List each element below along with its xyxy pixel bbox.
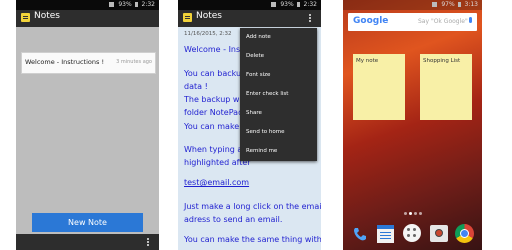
notepad-app-icon[interactable] [377,225,394,243]
note-line: folder NotePad [184,108,244,117]
phone-note-editor: 93% 2:32 Notes 11/16/2015, 2:32 Welcome … [178,0,321,250]
menu-item-check-list[interactable]: Enter check list [246,91,288,97]
menu-item-font-size[interactable]: Font size [246,72,270,78]
menu-item-send-home[interactable]: Send to home [246,129,284,135]
clock: 2:32 [303,1,317,8]
phone-icon[interactable] [352,226,368,242]
note-line: You can make the same thing with a [184,235,321,244]
note-line: You can make a [184,122,247,131]
app-drawer-icon[interactable] [403,224,421,242]
menu-item-share[interactable]: Share [246,110,262,116]
clock: 3:13 [464,1,478,8]
chrome-icon[interactable] [455,224,474,243]
phone-notes-list: 93% 2:32 Notes Welcome - Instructions ! … [16,0,159,250]
search-hint: Say "Ok Google" [418,18,468,25]
note-timestamp: 3 minutes ago [116,59,152,65]
battery-icon [134,2,138,7]
signal-icon [271,2,277,7]
note-line: data ! [184,82,208,91]
note-date: 11/16/2015, 2:32 [184,31,232,37]
note-title: Welcome - Instructions ! [25,58,105,66]
widget-title: My note [356,58,379,64]
phone-home-screen: 97% 3:13 Google Say "Ok Google" My note … [343,0,482,250]
app-bar: Notes [178,10,321,27]
google-search-bar[interactable]: Google Say "Ok Google" [348,13,477,31]
overflow-menu-icon[interactable] [147,238,149,240]
menu-item-remind-me[interactable]: Remind me [246,148,277,154]
page-indicator [404,212,424,215]
status-bar: 93% 2:32 [16,0,159,10]
battery-icon [296,2,300,7]
new-note-label: New Note [68,218,107,227]
note-line: adress to send an email. [184,215,283,224]
note-widget[interactable]: Shopping List [420,54,472,120]
note-list-item[interactable]: Welcome - Instructions ! 3 minutes ago [21,52,156,74]
note-line: When typing an [184,145,248,154]
signal-icon [109,2,115,7]
menu-item-delete[interactable]: Delete [246,53,264,59]
battery-level: 93% [118,1,132,8]
notepad-app-icon [183,13,192,22]
note-line: You can backup [184,69,247,78]
app-bar: Notes [16,10,159,27]
clock: 2:32 [141,1,155,8]
note-line: The backup will [184,95,247,104]
note-widget[interactable]: My note [353,54,405,120]
bottom-bar [16,234,159,250]
menu-item-add-note[interactable]: Add note [246,34,271,40]
overflow-menu: Add note Delete Font size Enter check li… [240,28,317,161]
battery-level: 97% [441,1,455,8]
app-title: Notes [34,11,60,21]
note-line: Just make a long click on the email [184,202,321,211]
app-title: Notes [196,11,222,21]
widget-title: Shopping List [423,58,461,64]
overflow-menu-icon[interactable] [309,14,311,16]
microphone-icon[interactable] [469,17,472,23]
email-link[interactable]: test@email.com [184,178,249,187]
camera-icon[interactable] [430,225,448,242]
battery-level: 93% [280,1,294,8]
notepad-app-icon [21,13,30,22]
google-logo: Google [353,16,389,26]
new-note-button[interactable]: New Note [32,213,143,232]
status-bar: 97% 3:13 [343,0,482,10]
signal-icon [432,2,438,7]
status-bar: 93% 2:32 [178,0,321,10]
battery-icon [457,2,461,7]
